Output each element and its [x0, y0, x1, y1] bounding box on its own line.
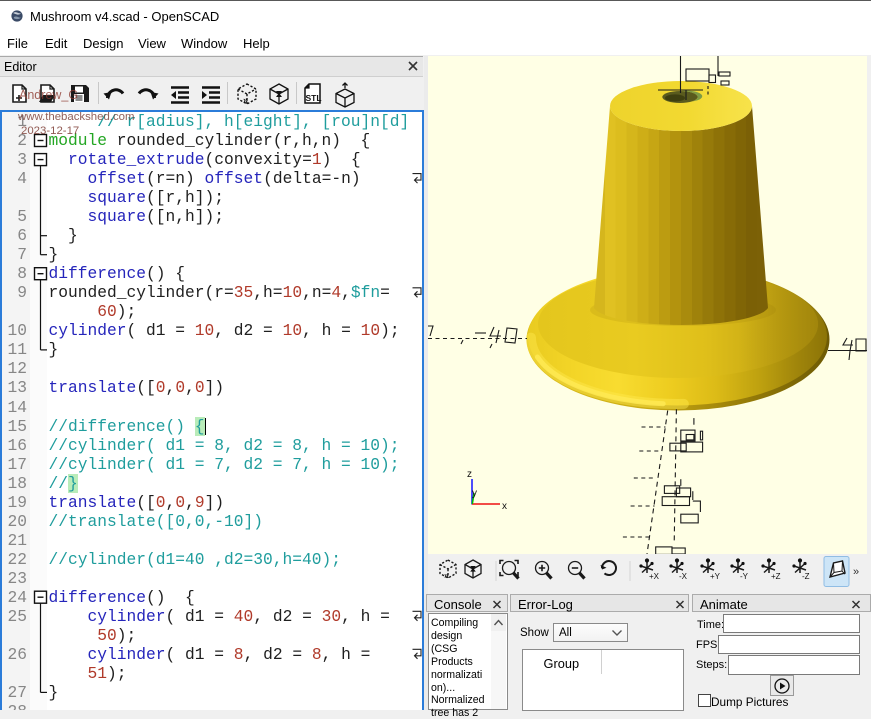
svg-text:y: y — [472, 488, 477, 499]
svg-text:+Y: +Y — [710, 572, 721, 581]
svg-text:-Y: -Y — [740, 572, 749, 581]
svg-text:»: » — [444, 570, 449, 580]
svg-text:+Z: +Z — [771, 572, 781, 581]
svg-text:+X: +X — [649, 572, 660, 581]
svg-text:z: z — [467, 469, 472, 480]
svg-text:»: » — [853, 566, 859, 578]
svg-text:x: x — [502, 501, 507, 512]
svg-text:-X: -X — [679, 572, 688, 581]
svg-text:-Z: -Z — [802, 572, 810, 581]
